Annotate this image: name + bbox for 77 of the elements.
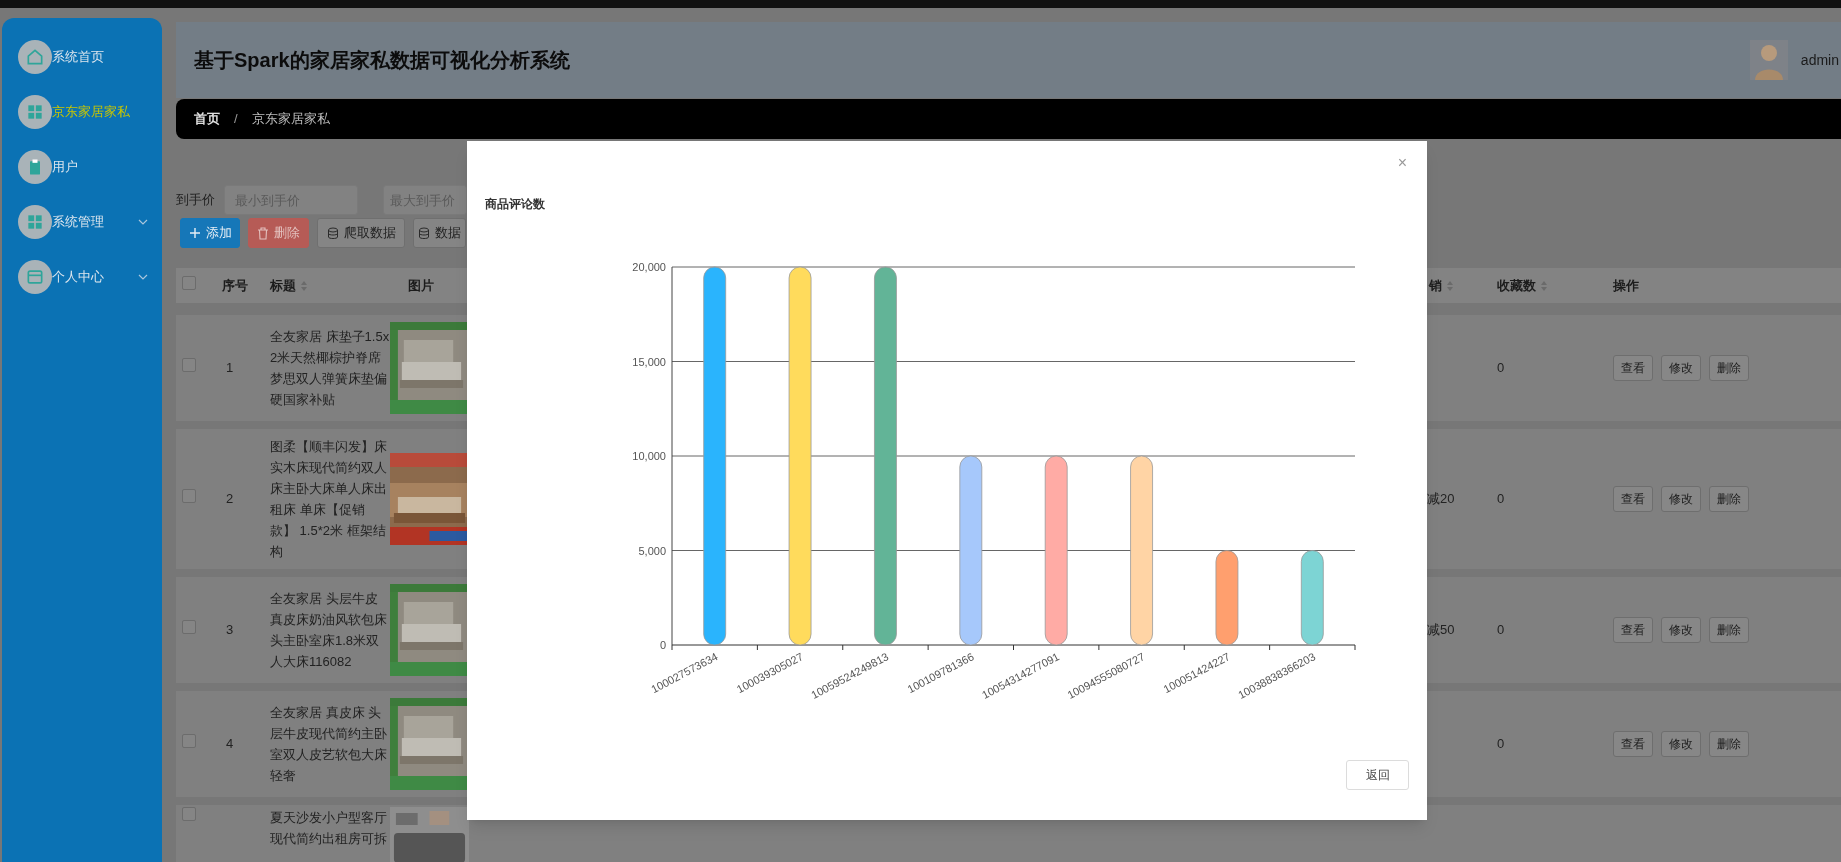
user-name[interactable]: admin bbox=[1800, 49, 1839, 71]
checkbox[interactable] bbox=[182, 358, 196, 373]
checkbox[interactable] bbox=[182, 489, 196, 504]
column-header: 图片 bbox=[408, 276, 434, 295]
product-title: 图柔【顺丰闪发】床实木床现代简约双人床主卧大床单人床出租床 单床【促销款】 1.5*2米 框架结构 bbox=[270, 438, 388, 561]
column-header[interactable]: 标题 bbox=[270, 275, 308, 296]
sidebar-item[interactable]: 用户 bbox=[2, 150, 162, 184]
sidebar-item[interactable]: 系统首页 bbox=[2, 40, 162, 74]
back-button[interactable]: 返回 bbox=[1346, 760, 1409, 790]
row-action-button[interactable]: 修改 bbox=[1661, 486, 1701, 512]
column-header: 序号 bbox=[222, 276, 248, 295]
checkbox[interactable] bbox=[182, 620, 196, 635]
table-cell-text: 3 bbox=[225, 622, 234, 638]
filter-label: 到手价 bbox=[176, 191, 216, 210]
row-action-button[interactable]: 删除 bbox=[1709, 486, 1749, 512]
clipboard-icon bbox=[18, 150, 52, 184]
y-tick-label: 15,000 bbox=[632, 355, 666, 368]
checkbox[interactable] bbox=[182, 275, 196, 290]
table-cell: 减20 bbox=[1427, 491, 1455, 507]
product-title: 全友家居 头层牛皮真皮床奶油风软包床头主卧室床1.8米双人大床116082 bbox=[270, 590, 388, 671]
toolbar-button[interactable]: 添加 bbox=[180, 218, 240, 248]
breadcrumb-link[interactable]: 京东家居家私 bbox=[251, 109, 330, 129]
chevron-down-icon bbox=[138, 274, 148, 280]
table-cell: 0 bbox=[1497, 736, 1505, 752]
card-icon bbox=[18, 260, 52, 294]
table-cell: 0 bbox=[1497, 491, 1505, 507]
row-action-button[interactable]: 删除 bbox=[1709, 355, 1749, 381]
sidebar-item[interactable]: 个人中心 bbox=[2, 260, 162, 294]
y-tick-label: 20,000 bbox=[632, 261, 666, 273]
table-cell: 0 bbox=[1497, 360, 1505, 376]
sort-icon bbox=[1540, 279, 1548, 292]
breadcrumb-link[interactable]: 首页 bbox=[194, 109, 220, 129]
row-action-button[interactable]: 查看 bbox=[1613, 355, 1653, 381]
table-cell: 0 bbox=[1497, 622, 1505, 638]
row-action-button[interactable]: 删除 bbox=[1709, 617, 1749, 643]
row-action-button[interactable]: 查看 bbox=[1613, 486, 1653, 512]
product-title: 全友家居 床垫子1.5x2米天然椰棕护脊席梦思双人弹簧床垫偏硬国家补贴 bbox=[270, 328, 390, 409]
row-action-button[interactable]: 查看 bbox=[1613, 731, 1653, 757]
toolbar-button[interactable]: 爬取数据 bbox=[317, 218, 405, 248]
y-tick-label: 10,000 bbox=[632, 450, 666, 462]
table-cell-text: 1 bbox=[225, 360, 234, 376]
toolbar-button[interactable]: 删除 bbox=[248, 218, 309, 248]
chevron-down-icon bbox=[138, 219, 148, 225]
plus-icon bbox=[188, 227, 201, 239]
row-action-button[interactable]: 修改 bbox=[1661, 355, 1701, 381]
app-title: 基于Spark的家居家私数据可视化分析系统 bbox=[194, 48, 570, 73]
breadcrumb-separator: / bbox=[234, 110, 238, 129]
column-header: 操作 bbox=[1613, 276, 1639, 295]
y-tick-label: 0 bbox=[659, 639, 666, 651]
sort-icon bbox=[300, 279, 308, 292]
grid-icon bbox=[18, 95, 52, 129]
table-cell-text: 2 bbox=[225, 491, 234, 507]
table-cell-text: 4 bbox=[225, 736, 234, 752]
database-icon bbox=[326, 226, 339, 240]
home-icon bbox=[18, 40, 52, 74]
row-action-button[interactable]: 修改 bbox=[1661, 617, 1701, 643]
row-action-button[interactable]: 删除 bbox=[1709, 731, 1749, 757]
toolbar-button[interactable]: 数据 bbox=[413, 218, 466, 248]
checkbox[interactable] bbox=[182, 734, 196, 749]
chart-title: 商品评论数 bbox=[485, 196, 545, 212]
database-icon bbox=[418, 226, 430, 240]
row-action-button[interactable]: 查看 bbox=[1613, 617, 1653, 643]
column-header[interactable]: 收藏数 bbox=[1497, 275, 1548, 296]
avatar[interactable] bbox=[1749, 40, 1788, 80]
product-title: 夏天沙发小户型客厅现代简约出租房可拆 bbox=[270, 809, 388, 848]
trash-icon bbox=[257, 226, 269, 240]
checkbox[interactable] bbox=[182, 807, 196, 821]
y-tick-label: 5,000 bbox=[638, 544, 666, 557]
sidebar-item[interactable]: 京东家居家私 bbox=[2, 95, 162, 129]
row-action-button[interactable]: 修改 bbox=[1661, 731, 1701, 757]
grid-icon bbox=[18, 205, 52, 239]
close-button[interactable]: × bbox=[1397, 155, 1407, 171]
column-header[interactable]: 销 bbox=[1429, 275, 1454, 296]
sort-icon bbox=[1446, 279, 1454, 292]
sidebar-item[interactable]: 系统管理 bbox=[2, 205, 162, 239]
table-cell: 减50 bbox=[1427, 622, 1455, 638]
product-title: 全友家居 真皮床 头层牛皮现代简约主卧室双人皮艺软包大床轻奢 bbox=[270, 704, 388, 785]
